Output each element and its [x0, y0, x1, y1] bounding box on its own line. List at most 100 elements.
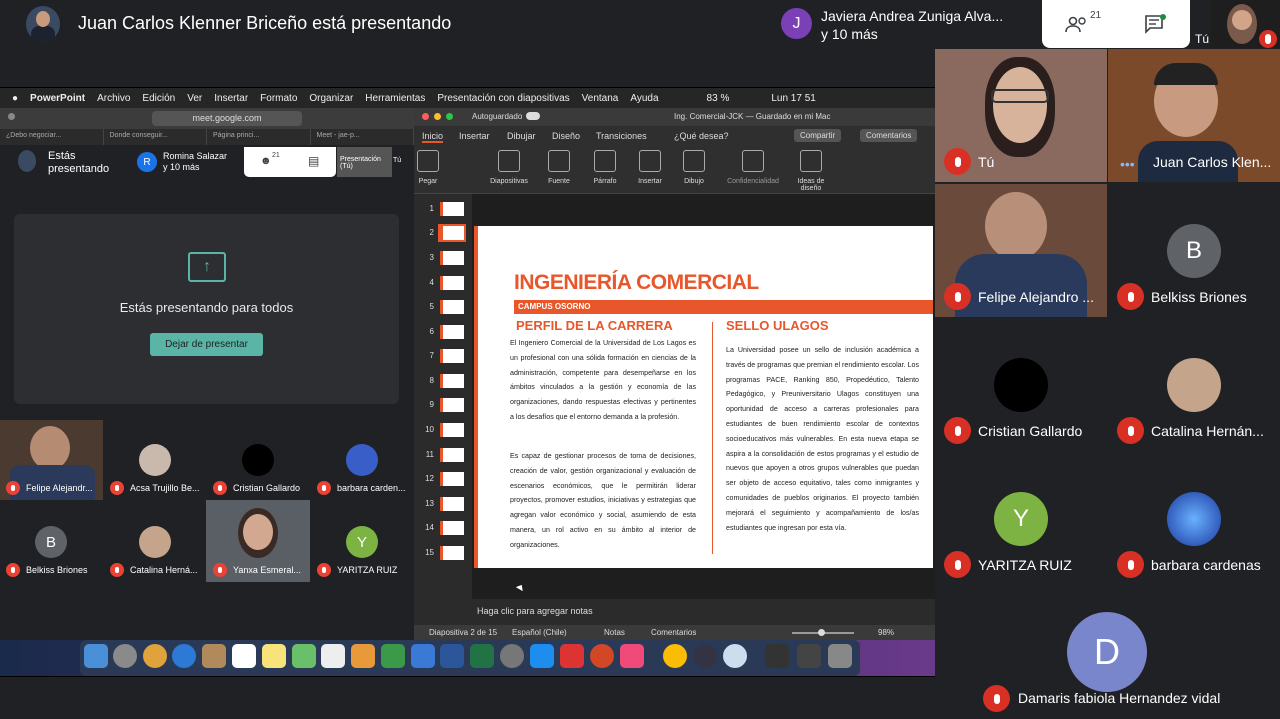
paste-button[interactable]: Pegar — [410, 150, 446, 185]
zoom-slider-thumb[interactable] — [818, 629, 825, 636]
contacts-icon[interactable] — [202, 644, 226, 668]
calendar-icon[interactable] — [232, 644, 256, 668]
notes-button[interactable]: Notas — [604, 628, 625, 637]
menu-powerpoint[interactable]: PowerPoint — [30, 93, 85, 104]
drawing-button[interactable]: Dibujo — [669, 150, 719, 185]
notes-app-icon[interactable] — [262, 644, 286, 668]
slide-thumb[interactable]: 9 — [422, 397, 470, 413]
slide-thumb[interactable]: 7 — [422, 348, 470, 364]
apple-icon[interactable]: ● — [12, 93, 18, 104]
chrome-icon[interactable] — [663, 644, 687, 668]
slide-thumb[interactable]: 3 — [422, 250, 470, 266]
mail-icon[interactable] — [560, 644, 584, 668]
join-text: Javiera Andrea Zuniga Alva... y 10 más — [821, 8, 1004, 42]
slides-button[interactable]: Diapositivas — [484, 150, 534, 185]
document-title: Ing. Comercial-JCK — Guardado en mi Mac — [674, 112, 831, 121]
tell-me-search[interactable]: ¿Qué desea? — [674, 131, 729, 141]
chat-button[interactable] — [1140, 10, 1170, 38]
people-button[interactable]: 21 — [1062, 10, 1101, 38]
tab-diseno[interactable]: Diseño — [552, 131, 580, 141]
menu-presentacion[interactable]: Presentación con diapositivas — [437, 93, 569, 104]
window-preview-icon[interactable] — [797, 644, 821, 668]
font-button[interactable]: Fuente — [534, 150, 584, 185]
paragraph-button[interactable]: Párrafo — [580, 150, 630, 185]
menu-edicion[interactable]: Edición — [142, 93, 175, 104]
word-icon[interactable] — [440, 644, 464, 668]
excel-icon[interactable] — [470, 644, 494, 668]
slide-thumb[interactable]: 8 — [422, 373, 470, 389]
share-button[interactable]: Compartir — [794, 129, 842, 142]
insert-button[interactable]: Insertar — [625, 150, 675, 185]
safari-icon[interactable] — [172, 644, 196, 668]
powerpoint-icon[interactable] — [590, 644, 614, 668]
tab-transiciones[interactable]: Transiciones — [596, 131, 647, 141]
launchpad-icon[interactable] — [113, 644, 137, 668]
inner-people-icon[interactable]: ☻ — [260, 155, 272, 167]
tab-inicio[interactable]: Inicio — [422, 131, 444, 143]
stop-presenting-button[interactable]: Dejar de presentar — [150, 333, 263, 356]
mic-off-icon — [6, 563, 20, 577]
reminders-icon[interactable] — [321, 644, 345, 668]
avatar: B — [1167, 224, 1221, 278]
slide-thumb[interactable]: 11 — [422, 447, 470, 463]
system-preferences-icon[interactable] — [500, 644, 524, 668]
tab-insertar[interactable]: Insertar — [459, 131, 490, 141]
people-count: 21 — [1090, 10, 1102, 21]
speaking-indicator-icon: ••• — [1120, 156, 1135, 172]
chrome-tab[interactable]: Donde conseguir... — [104, 129, 207, 145]
slide-thumb[interactable]: 12 — [422, 471, 470, 487]
join-avatar: J — [781, 8, 812, 39]
maximize-icon[interactable] — [446, 113, 453, 120]
menu-ventana[interactable]: Ventana — [582, 93, 619, 104]
chrome-tab[interactable]: ¿Debo negociar... — [0, 129, 104, 145]
menu-herramientas[interactable]: Herramientas — [365, 93, 425, 104]
window-preview-icon[interactable] — [765, 644, 789, 668]
inner-chat-icon[interactable]: ▤ — [308, 154, 319, 168]
maps-icon[interactable] — [292, 644, 316, 668]
chrome-tab[interactable]: Página princi... — [207, 129, 311, 145]
menu-formato[interactable]: Formato — [260, 93, 297, 104]
window-close-icon[interactable] — [8, 113, 15, 120]
status-comments-button[interactable]: Comentarios — [651, 628, 696, 637]
menu-organizar[interactable]: Organizar — [309, 93, 353, 104]
keynote-icon[interactable] — [411, 644, 435, 668]
design-ideas-button[interactable]: Ideas de diseño — [790, 150, 832, 192]
menu-ver[interactable]: Ver — [187, 93, 202, 104]
slide-thumb[interactable]: 5 — [422, 299, 470, 315]
slide-thumb[interactable]: 14 — [422, 520, 470, 536]
menu-archivo[interactable]: Archivo — [97, 93, 130, 104]
pages-icon[interactable] — [351, 644, 375, 668]
zoom-app-icon[interactable] — [693, 644, 717, 668]
chrome-tab[interactable]: Meet - jae-p... — [311, 129, 414, 145]
app-store-icon[interactable] — [530, 644, 554, 668]
autosave-toggle[interactable] — [526, 112, 540, 120]
slide-thumb[interactable]: 15 — [422, 545, 470, 561]
sensitivity-button[interactable]: Confidencialidad — [720, 150, 786, 185]
slide-thumb[interactable]: 13 — [422, 496, 470, 512]
music-icon[interactable] — [620, 644, 644, 668]
slide-thumb[interactable]: 1 — [422, 201, 470, 217]
battery-label: 83 % — [706, 92, 730, 104]
ribbon: Pegar Diapositivas Fuente Párrafo Insert… — [414, 146, 935, 194]
numbers-icon[interactable] — [381, 644, 405, 668]
slide-thumb[interactable]: 4 — [422, 275, 470, 291]
language-label[interactable]: Español (Chile) — [512, 628, 567, 637]
notes-field[interactable]: Haga clic para agregar notas — [472, 600, 935, 624]
slide-thumb[interactable]: 2 — [422, 224, 470, 242]
slide-thumb[interactable]: 10 — [422, 422, 470, 438]
menu-ayuda[interactable]: Ayuda — [630, 93, 658, 104]
minimize-icon[interactable] — [434, 113, 441, 120]
chrome-url-bar[interactable]: meet.google.com — [152, 111, 302, 126]
finder-icon[interactable] — [84, 644, 108, 668]
presenter-avatar-small — [18, 150, 36, 172]
trash-icon[interactable] — [828, 644, 852, 668]
comments-button[interactable]: Comentarios — [860, 129, 918, 142]
mac-menu-bar: ● PowerPoint Archivo Edición Ver Inserta… — [0, 88, 935, 108]
finder-helper-icon[interactable] — [723, 644, 747, 668]
tab-dibujar[interactable]: Dibujar — [507, 131, 536, 141]
present-screen-icon: ↑ — [188, 252, 226, 282]
menu-insertar[interactable]: Insertar — [214, 93, 248, 104]
close-icon[interactable] — [422, 113, 429, 120]
slide-thumb[interactable]: 6 — [422, 324, 470, 340]
photos-icon[interactable] — [143, 644, 167, 668]
